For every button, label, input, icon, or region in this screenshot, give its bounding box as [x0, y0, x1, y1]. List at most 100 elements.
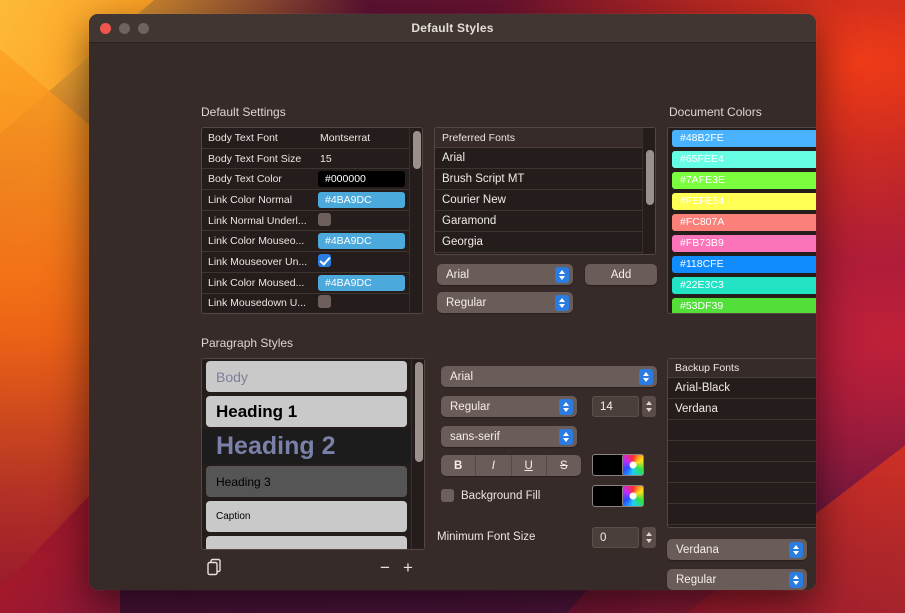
list-item[interactable]: Brush Script MT	[435, 169, 642, 190]
list-item[interactable]	[668, 483, 816, 504]
setting-checkbox[interactable]	[318, 212, 331, 226]
scrollbar-thumb[interactable]	[645, 150, 654, 205]
style-font-style-select[interactable]: Regular	[441, 396, 577, 417]
document-color-swatch[interactable]: #53DF39	[672, 298, 816, 313]
list-item[interactable]: #53DF39	[668, 296, 816, 313]
table-row[interactable]: Link Normal Underl...	[202, 211, 409, 232]
setting-value[interactable]: #4BA9DC	[318, 191, 409, 208]
add-style-button[interactable]: +	[399, 558, 417, 576]
close-window-button[interactable]	[100, 22, 111, 34]
table-row[interactable]: Link Color Mouseo... #4BA9DC	[202, 231, 409, 253]
list-item[interactable]	[668, 525, 816, 527]
minimum-font-size-input[interactable]: 0	[592, 527, 639, 548]
setting-value[interactable]: #000000	[318, 171, 409, 188]
setting-value[interactable]: Montserrat	[318, 132, 409, 144]
color-value-chip[interactable]: #4BA9DC	[318, 233, 405, 250]
table-row[interactable]: Link Color Normal #4BA9DC	[202, 190, 409, 211]
setting-value[interactable]	[318, 295, 409, 311]
setting-value[interactable]: #4BA9DC	[318, 274, 409, 291]
backup-font-style-select[interactable]: Regular	[667, 569, 807, 590]
preferred-fonts-list[interactable]: Preferred Fonts Arial Brush Script MT Cour…	[434, 127, 656, 255]
style-font-size-stepper[interactable]	[642, 396, 656, 417]
color-wheel-icon[interactable]	[622, 454, 644, 476]
document-color-swatch[interactable]: #FC807A	[672, 214, 816, 231]
list-item[interactable]: #7AFE3E	[668, 170, 816, 191]
style-generic-family-select[interactable]: sans-serif	[441, 426, 577, 447]
table-row[interactable]: Link Mouseover Un...	[202, 252, 409, 273]
maximize-window-button[interactable]	[138, 22, 149, 34]
paragraph-style-preview[interactable]: Heading 3	[206, 466, 407, 497]
scrollbar-thumb[interactable]	[412, 131, 421, 169]
color-value-chip[interactable]: #4BA9DC	[318, 191, 405, 208]
list-item[interactable]: Verdana	[668, 399, 816, 420]
italic-button[interactable]: I	[476, 455, 512, 476]
strikethrough-button[interactable]: S	[547, 455, 581, 476]
list-item[interactable]: #FB73B9	[668, 233, 816, 254]
setting-value[interactable]: #4BA9DC	[318, 233, 409, 250]
document-colors-list[interactable]: #48B2FE #65FEE4 #7AFE3E #FEFE54 #FC807A #FB73…	[667, 127, 816, 314]
backup-font-family-select[interactable]: Verdana	[667, 539, 807, 560]
preferred-fonts-add-button[interactable]: Add	[585, 264, 657, 285]
list-item[interactable]: #65FEE4	[668, 149, 816, 170]
list-item[interactable]: Caption	[202, 499, 411, 534]
table-row[interactable]: Link Color Moused... #4BA9DC	[202, 273, 409, 294]
list-item[interactable]: Heading 3	[202, 464, 411, 499]
background-fill-checkbox-row[interactable]: Background Fill	[441, 489, 540, 502]
list-item[interactable]: Arial-Black	[668, 378, 816, 399]
list-item[interactable]: Garamond	[435, 211, 642, 232]
document-color-swatch[interactable]: #22E3C3	[672, 277, 816, 294]
remove-style-button[interactable]: −	[376, 558, 394, 576]
setting-value[interactable]	[318, 212, 409, 229]
document-color-swatch[interactable]: #7AFE3E	[672, 172, 816, 189]
list-item[interactable]	[202, 534, 411, 549]
paragraph-style-preview[interactable]: Caption	[206, 501, 407, 532]
text-color-well[interactable]	[592, 454, 644, 476]
style-font-family-select[interactable]: Arial	[441, 366, 657, 387]
list-item[interactable]	[668, 420, 816, 441]
document-color-swatch[interactable]: #48B2FE	[672, 130, 816, 147]
table-row[interactable]: Link Mousedown U...	[202, 294, 409, 314]
document-color-swatch[interactable]: #65FEE4	[672, 151, 816, 168]
list-item[interactable]: Georgia	[435, 232, 642, 253]
setting-value[interactable]	[318, 253, 409, 270]
table-row[interactable]: Body Text Font Montserrat	[202, 128, 409, 149]
setting-value[interactable]: 15	[318, 153, 409, 165]
color-value-chip[interactable]: #4BA9DC	[318, 274, 405, 291]
list-item[interactable]: #118CFE	[668, 254, 816, 275]
minimum-font-size-stepper[interactable]	[642, 527, 656, 548]
list-item[interactable]: #FC807A	[668, 212, 816, 233]
default-settings-table[interactable]: Body Text Font Montserrat Body Text Font S…	[201, 127, 423, 314]
background-fill-checkbox[interactable]	[441, 489, 454, 502]
scrollbar-thumb[interactable]	[414, 362, 423, 462]
color-value-chip[interactable]: #000000	[318, 171, 405, 188]
style-font-size-input[interactable]: 14	[592, 396, 639, 417]
document-color-swatch[interactable]: #FEFE54	[672, 193, 816, 210]
underline-button[interactable]: U	[512, 455, 547, 476]
list-item[interactable]	[668, 504, 816, 525]
paragraph-styles-list[interactable]: Body Heading 1 Heading 2 Heading 3 Caption	[201, 358, 425, 550]
list-item[interactable]: Body	[202, 359, 411, 394]
backup-fonts-list[interactable]: Backup Fonts Arial-Black Verdana	[667, 358, 816, 528]
paragraph-style-preview[interactable]: Heading 1	[206, 396, 407, 427]
duplicate-style-button[interactable]	[205, 557, 225, 577]
list-item[interactable]: Heading 1	[202, 394, 411, 429]
paragraph-style-preview[interactable]: Body	[206, 361, 407, 392]
default-settings-scrollbar[interactable]	[409, 128, 422, 313]
list-item[interactable]	[668, 441, 816, 462]
bold-button[interactable]: B	[441, 455, 477, 476]
table-row[interactable]: Body Text Color #000000	[202, 169, 409, 191]
list-item[interactable]: Courier New	[435, 190, 642, 211]
list-item[interactable]: #48B2FE	[668, 128, 816, 149]
document-color-swatch[interactable]: #FB73B9	[672, 235, 816, 252]
list-item[interactable]: #FEFE54	[668, 191, 816, 212]
preferred-fonts-scrollbar[interactable]	[642, 128, 655, 254]
color-wheel-icon[interactable]	[622, 485, 644, 507]
text-style-segmented-control[interactable]: B I U S	[441, 455, 581, 476]
preferred-font-style-select[interactable]: Regular	[437, 292, 573, 313]
setting-checkbox[interactable]	[318, 295, 331, 309]
background-color-well[interactable]	[592, 485, 644, 507]
list-item[interactable]	[668, 462, 816, 483]
setting-checkbox[interactable]	[318, 253, 331, 267]
minimize-window-button[interactable]	[119, 22, 130, 34]
table-row[interactable]: Body Text Font Size 15	[202, 149, 409, 170]
